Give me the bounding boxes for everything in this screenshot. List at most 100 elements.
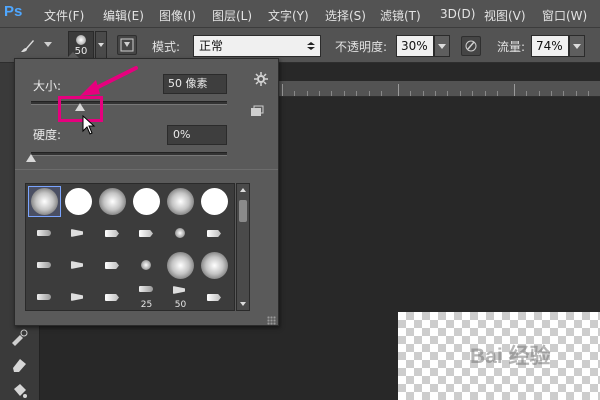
scroll-down-icon[interactable] bbox=[240, 302, 246, 306]
size-field[interactable]: 50 像素 bbox=[163, 74, 227, 94]
brush-preset-item[interactable] bbox=[198, 218, 231, 249]
brush-preset-item[interactable] bbox=[130, 186, 163, 217]
hardness-slider-thumb[interactable] bbox=[26, 154, 36, 162]
new-preset-icon[interactable] bbox=[250, 105, 264, 117]
hard-round-brush-icon bbox=[201, 188, 228, 215]
soft-round-brush-icon bbox=[167, 252, 194, 279]
scroll-up-icon[interactable] bbox=[240, 188, 246, 192]
chevron-down-icon bbox=[98, 43, 104, 47]
brush-preset-item[interactable] bbox=[164, 250, 197, 281]
brush-preset-dropdown[interactable] bbox=[95, 31, 107, 59]
brush-preset-item[interactable] bbox=[96, 250, 129, 281]
mode-label: 模式: bbox=[152, 40, 181, 54]
watermark-text: Bai 经验 bbox=[470, 345, 551, 368]
brush-preset-item[interactable] bbox=[164, 218, 197, 249]
hard-round-brush-icon bbox=[133, 188, 160, 215]
brush-tip-icon bbox=[207, 230, 221, 237]
brush-preset-item[interactable]: 50 bbox=[164, 282, 197, 310]
menu-edit[interactable]: 编辑(E) bbox=[103, 7, 144, 24]
brush-panel-icon bbox=[120, 38, 134, 52]
flow-label: 流量: bbox=[497, 40, 526, 54]
brush-tip-icon bbox=[105, 230, 119, 237]
brush-preset-panel: 大小: 50 像素 硬度: 0% 25 50 bbox=[14, 58, 279, 326]
menu-type[interactable]: 文字(Y) bbox=[268, 7, 309, 24]
brush-preset-item[interactable] bbox=[198, 250, 231, 281]
hard-round-brush-icon bbox=[65, 188, 92, 215]
menu-image[interactable]: 图像(I) bbox=[159, 7, 196, 24]
menu-layer[interactable]: 图层(L) bbox=[212, 7, 252, 24]
brush-preset-item[interactable] bbox=[62, 250, 95, 281]
brush-tip-icon bbox=[37, 230, 51, 236]
brush-tool-icon[interactable] bbox=[18, 37, 36, 55]
menu-bar: Ps 文件(F) 编辑(E) 图像(I) 图层(L) 文字(Y) 选择(S) 滤… bbox=[0, 0, 600, 28]
opacity-field[interactable]: 30% bbox=[396, 35, 434, 57]
flow-dropdown[interactable] bbox=[569, 35, 585, 57]
menu-filter[interactable]: 滤镜(T) bbox=[380, 7, 421, 24]
soft-round-brush-icon bbox=[167, 188, 194, 215]
brush-preset-item[interactable] bbox=[28, 282, 61, 310]
toggle-brush-panel-button[interactable] bbox=[117, 35, 137, 55]
menu-window[interactable]: 窗口(W) bbox=[542, 7, 587, 24]
brush-preset-item[interactable] bbox=[198, 282, 231, 310]
brush-tip-icon bbox=[139, 230, 153, 237]
brush-tip-icon bbox=[105, 294, 119, 301]
chevron-down-icon bbox=[438, 44, 446, 49]
menu-select[interactable]: 选择(S) bbox=[325, 7, 366, 24]
pressure-opacity-button[interactable] bbox=[461, 36, 481, 56]
resize-grip-icon[interactable] bbox=[267, 316, 276, 325]
brush-size-label: 25 bbox=[140, 300, 153, 310]
opacity-label: 不透明度: bbox=[335, 40, 388, 54]
menu-view[interactable]: 视图(V) bbox=[484, 7, 526, 24]
opacity-dropdown[interactable] bbox=[434, 35, 450, 57]
chevron-down-icon bbox=[573, 44, 581, 49]
brush-tip-icon bbox=[175, 228, 185, 238]
pen-pressure-icon bbox=[465, 40, 477, 52]
brush-tip-icon bbox=[105, 262, 119, 269]
select-caret-icon bbox=[307, 42, 315, 50]
brush-preset-item[interactable] bbox=[62, 282, 95, 310]
scroll-thumb[interactable] bbox=[239, 200, 247, 222]
brush-preset-item[interactable] bbox=[198, 186, 231, 217]
brush-preset-item[interactable] bbox=[28, 250, 61, 281]
hardness-field[interactable]: 0% bbox=[167, 125, 227, 145]
hardness-slider-track[interactable] bbox=[31, 152, 227, 156]
brush-tip-icon bbox=[139, 286, 153, 292]
soft-round-brush-icon bbox=[31, 188, 58, 215]
soft-round-brush-icon bbox=[201, 252, 228, 279]
blend-mode-select[interactable]: 正常 bbox=[193, 35, 321, 57]
preset-scrollbar[interactable] bbox=[236, 183, 250, 311]
menu-file[interactable]: 文件(F) bbox=[44, 7, 84, 24]
mouse-cursor-icon bbox=[82, 115, 96, 135]
soft-round-brush-icon bbox=[99, 188, 126, 215]
brush-preset-item[interactable] bbox=[62, 186, 95, 217]
brush-tip-icon bbox=[207, 294, 221, 301]
brush-size-label: 50 bbox=[174, 300, 187, 310]
flow-field[interactable]: 74% bbox=[531, 35, 569, 57]
brush-preset-item[interactable] bbox=[28, 186, 61, 217]
paint-bucket-icon[interactable] bbox=[9, 381, 29, 399]
size-label: 大小: bbox=[33, 79, 62, 93]
brush-preset-item[interactable] bbox=[130, 218, 163, 249]
panel-divider bbox=[15, 169, 278, 170]
eraser-icon[interactable] bbox=[9, 355, 29, 373]
gear-icon[interactable] bbox=[253, 71, 269, 87]
brush-tip-icon bbox=[37, 262, 51, 268]
brush-tip-icon bbox=[141, 260, 151, 270]
photoshop-logo: Ps bbox=[4, 3, 23, 20]
history-brush-icon[interactable] bbox=[9, 329, 29, 347]
menu-3d[interactable]: 3D(D) bbox=[440, 7, 475, 21]
blend-mode-value: 正常 bbox=[199, 39, 224, 53]
brush-preset-item[interactable] bbox=[130, 250, 163, 281]
brush-preset-item[interactable] bbox=[96, 218, 129, 249]
brush-tip-icon bbox=[71, 261, 83, 269]
brush-preset-item[interactable]: 25 bbox=[130, 282, 163, 310]
horizontal-ruler bbox=[278, 81, 600, 97]
brush-preset-grid: 25 50 bbox=[25, 183, 235, 311]
brush-preset-item[interactable] bbox=[96, 186, 129, 217]
brush-preset-item[interactable] bbox=[96, 282, 129, 310]
brush-preset-item[interactable] bbox=[164, 186, 197, 217]
brush-preset-item[interactable] bbox=[62, 218, 95, 249]
brush-tip-icon bbox=[71, 293, 83, 301]
brush-preset-item[interactable] bbox=[28, 218, 61, 249]
tool-preset-dropdown-icon[interactable] bbox=[44, 42, 52, 47]
